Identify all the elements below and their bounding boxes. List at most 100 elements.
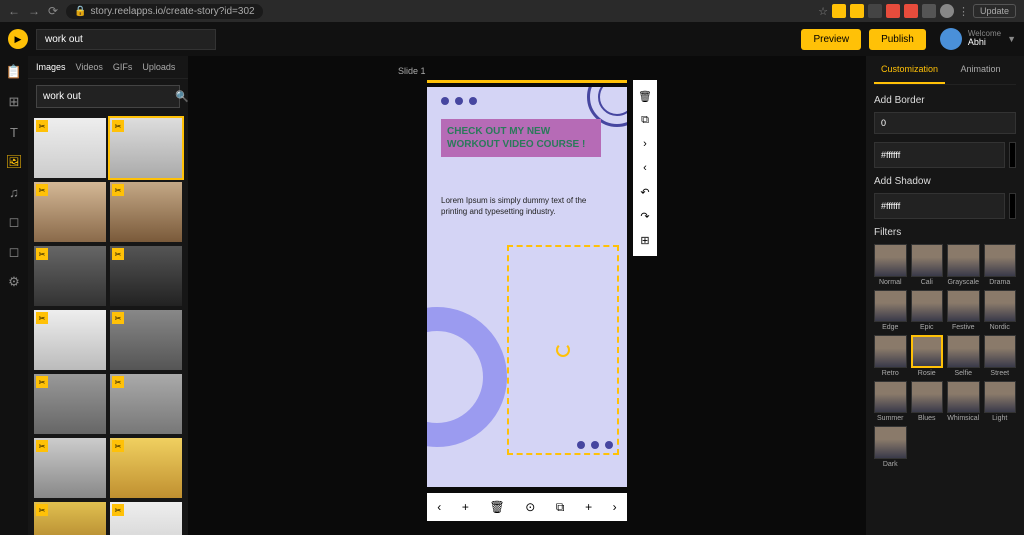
- copy-icon[interactable]: ⧉: [633, 108, 657, 132]
- ext-icon[interactable]: [850, 4, 864, 18]
- filter-grayscale[interactable]: Grayscale: [947, 244, 980, 286]
- profile-icon[interactable]: [940, 4, 954, 18]
- ext-icon[interactable]: [868, 4, 882, 18]
- add-icon[interactable]: +: [585, 500, 592, 514]
- tab-images[interactable]: Images: [36, 62, 66, 72]
- forward-icon[interactable]: →: [28, 4, 40, 18]
- image-icon[interactable]: 🖼: [6, 154, 22, 170]
- border-color-input[interactable]: [874, 142, 1005, 168]
- search-icon[interactable]: 🔍: [175, 90, 189, 103]
- media-thumb[interactable]: ✂: [34, 502, 106, 535]
- media-thumb[interactable]: ✂: [34, 118, 106, 178]
- layout-icon[interactable]: ⊞: [6, 94, 22, 110]
- filter-whimsical[interactable]: Whimsical: [947, 381, 980, 423]
- grid-icon[interactable]: ⊞: [633, 228, 657, 252]
- media-thumb[interactable]: ✂: [34, 246, 106, 306]
- body-text[interactable]: Lorem Ipsum is simply dummy text of the …: [441, 195, 601, 217]
- decoration-dots: [441, 97, 477, 105]
- filter-festive[interactable]: Festive: [947, 290, 980, 332]
- media-thumb[interactable]: ✂: [34, 438, 106, 498]
- star-icon[interactable]: ☆: [818, 5, 828, 18]
- filter-drama[interactable]: Drama: [984, 244, 1017, 286]
- filter-selfie[interactable]: Selfie: [947, 335, 980, 377]
- tab-videos[interactable]: Videos: [76, 62, 103, 72]
- url-bar[interactable]: 🔒 story.reelapps.io/create-story?id=302: [66, 4, 263, 19]
- app-logo[interactable]: [8, 29, 28, 49]
- play-icon[interactable]: ⊙: [525, 500, 535, 514]
- update-button[interactable]: Update: [973, 4, 1016, 18]
- media-thumb[interactable]: ✂: [34, 310, 106, 370]
- filter-light[interactable]: Light: [984, 381, 1017, 423]
- filter-edge[interactable]: Edge: [874, 290, 907, 332]
- filter-retro[interactable]: Retro: [874, 335, 907, 377]
- filter-epic[interactable]: Epic: [911, 290, 944, 332]
- shadow-color-input[interactable]: [874, 193, 1005, 219]
- reload-icon[interactable]: ⟳: [48, 4, 58, 18]
- filter-blues[interactable]: Blues: [911, 381, 944, 423]
- media-thumb[interactable]: ✂: [110, 182, 182, 242]
- delete-icon[interactable]: 🗑: [633, 84, 657, 108]
- ext-icon[interactable]: [832, 4, 846, 18]
- media-thumb[interactable]: ✂: [34, 374, 106, 434]
- preview-button[interactable]: Preview: [801, 29, 861, 50]
- filter-street[interactable]: Street: [984, 335, 1017, 377]
- duplicate-icon[interactable]: ⧉: [556, 500, 565, 515]
- media-thumb[interactable]: ✂: [110, 502, 182, 535]
- browser-chrome: ← → ⟳ 🔒 story.reelapps.io/create-story?i…: [0, 0, 1024, 22]
- user-menu[interactable]: Welcome Abhi ▼: [940, 28, 1016, 50]
- text-icon[interactable]: T: [6, 124, 22, 140]
- undo-icon[interactable]: ↶: [633, 180, 657, 204]
- media-thumb[interactable]: ✂: [110, 438, 182, 498]
- border-color-swatch[interactable]: [1009, 142, 1016, 168]
- media-search-input[interactable]: [43, 91, 175, 102]
- avatar: [940, 28, 962, 50]
- shadow-label: Add Shadow: [874, 176, 1016, 187]
- next-slide-icon[interactable]: ›: [613, 500, 617, 514]
- gear-icon[interactable]: ⚙: [6, 274, 22, 290]
- media-thumb[interactable]: ✂: [110, 118, 182, 178]
- menu-icon[interactable]: ⋮: [958, 5, 969, 18]
- filter-dark[interactable]: Dark: [874, 426, 907, 468]
- ext-icon[interactable]: [886, 4, 900, 18]
- header-search-input[interactable]: [36, 29, 216, 50]
- filter-cali[interactable]: Cali: [911, 244, 944, 286]
- filter-summer[interactable]: Summer: [874, 381, 907, 423]
- media-grid: ✂ ✂ ✂ ✂ ✂ ✂ ✂ ✂ ✂ ✂ ✂ ✂ ✂ ✂: [28, 114, 188, 535]
- filter-nordic[interactable]: Nordic: [984, 290, 1017, 332]
- chevron-down-icon: ▼: [1007, 34, 1016, 44]
- shadow-color-swatch[interactable]: [1009, 193, 1016, 219]
- delete-icon[interactable]: 🗑: [489, 500, 504, 514]
- border-width-input[interactable]: [874, 112, 1016, 134]
- tab-animation[interactable]: Animation: [945, 56, 1016, 84]
- headline-text[interactable]: CHECK OUT MY NEW WORKOUT VIDEO COURSE !: [441, 119, 601, 157]
- decoration-dots: [577, 441, 613, 449]
- media-thumb[interactable]: ✂: [34, 182, 106, 242]
- media-thumb[interactable]: ✂: [110, 246, 182, 306]
- music-icon[interactable]: ♫: [6, 184, 22, 200]
- slide-progress: [427, 80, 627, 83]
- media-thumb[interactable]: ✂: [110, 374, 182, 434]
- clipboard-icon[interactable]: 📋: [6, 64, 22, 80]
- box-icon[interactable]: ◻: [6, 244, 22, 260]
- back-icon[interactable]: ←: [8, 4, 20, 18]
- ext-icon[interactable]: [904, 4, 918, 18]
- slide-canvas[interactable]: CHECK OUT MY NEW WORKOUT VIDEO COURSE ! …: [427, 87, 627, 487]
- publish-button[interactable]: Publish: [869, 29, 926, 50]
- cube-icon[interactable]: ◻: [6, 214, 22, 230]
- backward-icon[interactable]: ‹: [633, 156, 657, 180]
- username: Abhi: [968, 38, 1001, 48]
- filter-rosie[interactable]: Rosie: [911, 335, 944, 377]
- add-icon[interactable]: +: [462, 500, 469, 514]
- tab-uploads[interactable]: Uploads: [142, 62, 175, 72]
- prev-slide-icon[interactable]: ‹: [437, 500, 441, 514]
- tab-customization[interactable]: Customization: [874, 56, 945, 84]
- media-thumb[interactable]: ✂: [110, 310, 182, 370]
- forward-icon[interactable]: ›: [633, 132, 657, 156]
- selection-box[interactable]: [507, 245, 619, 455]
- app-header: Preview Publish Welcome Abhi ▼: [0, 22, 1024, 56]
- redo-icon[interactable]: ↷: [633, 204, 657, 228]
- media-search[interactable]: 🔍: [36, 85, 180, 108]
- ext-icon[interactable]: [922, 4, 936, 18]
- filter-normal[interactable]: Normal: [874, 244, 907, 286]
- tab-gifs[interactable]: GIFs: [113, 62, 133, 72]
